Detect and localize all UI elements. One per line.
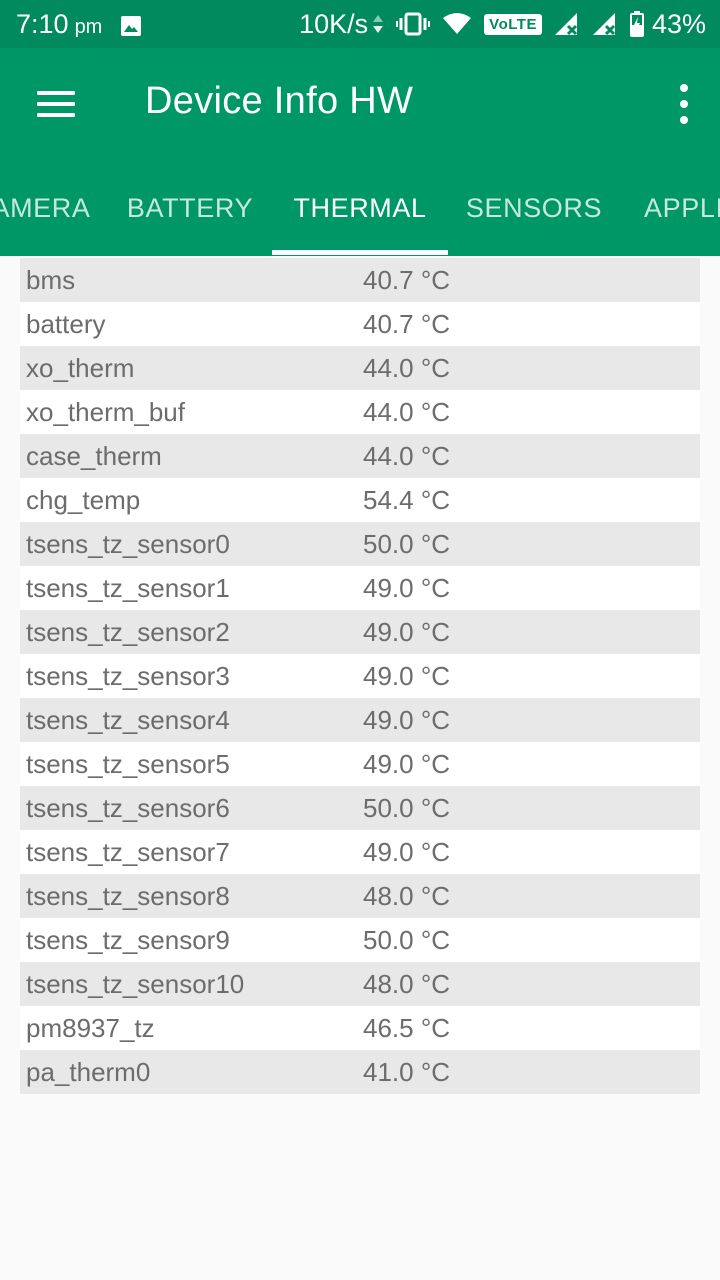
sensor-temperature: 44.0 °C: [363, 352, 451, 383]
signal-icon: [554, 12, 580, 36]
sensor-name: pa_therm0: [26, 1056, 151, 1087]
sensor-name: tsens_tz_sensor8: [26, 880, 230, 911]
status-bar: 7:10 pm 10K/s VoLTE 43%: [0, 0, 720, 48]
sensor-temperature: 50.0 °C: [363, 924, 451, 955]
sensor-temperature: 50.0 °C: [363, 792, 451, 823]
sensor-temperature: 49.0 °C: [363, 704, 451, 735]
sensor-name: tsens_tz_sensor6: [26, 792, 230, 823]
sensor-temperature: 54.4 °C: [363, 484, 451, 515]
sensor-name: xo_therm_buf: [26, 396, 185, 427]
battery-percent: 43%: [651, 8, 706, 39]
sensor-name: tsens_tz_sensor2: [26, 616, 230, 647]
sensor-name: pm8937_tz: [26, 1012, 155, 1043]
sensor-name: tsens_tz_sensor0: [26, 528, 230, 559]
table-row: pm8937_tz 46.5 °C: [20, 1006, 700, 1050]
sensor-temperature: 48.0 °C: [363, 968, 451, 999]
tab-sensors[interactable]: SENSORS: [450, 160, 618, 256]
sensor-name: tsens_tz_sensor9: [26, 924, 230, 955]
table-row: chg_temp 54.4 °C: [20, 478, 700, 522]
table-row: tsens_tz_sensor10 48.0 °C: [20, 962, 700, 1006]
network-speed: 10K/s: [299, 8, 369, 39]
tab-bar: AMERA BATTERY THERMAL SENSORS APPLI: [0, 160, 720, 256]
sensor-temperature: 40.7 °C: [363, 308, 451, 339]
tab-battery[interactable]: BATTERY: [112, 160, 268, 256]
sensor-name: bms: [26, 264, 76, 295]
sensor-name: tsens_tz_sensor7: [26, 836, 230, 867]
sensor-name: tsens_tz_sensor3: [26, 660, 230, 691]
table-row: tsens_tz_sensor3 49.0 °C: [20, 654, 700, 698]
table-row: tsens_tz_sensor2 49.0 °C: [20, 610, 700, 654]
table-row: xo_therm 44.0 °C: [20, 346, 700, 390]
sensor-temperature: 50.0 °C: [363, 528, 451, 559]
sensor-temperature: 41.0 °C: [363, 1056, 451, 1087]
sensor-name: xo_therm: [26, 352, 135, 383]
table-row: xo_therm_buf 44.0 °C: [20, 390, 700, 434]
app-bar: Device Info HW AMERA BATTERY THERMAL SEN…: [0, 48, 720, 256]
table-row: tsens_tz_sensor9 50.0 °C: [20, 918, 700, 962]
sensor-temperature: 49.0 °C: [363, 748, 451, 779]
tab-indicator: [272, 250, 448, 255]
sensor-name: battery: [26, 308, 106, 339]
tab-thermal[interactable]: THERMAL: [272, 160, 448, 256]
table-row: pa_therm0 41.0 °C: [20, 1050, 700, 1094]
table-row: battery 40.7 °C: [20, 302, 700, 346]
battery-charging-icon: [629, 11, 644, 37]
table-row: tsens_tz_sensor4 49.0 °C: [20, 698, 700, 742]
status-time: 7:10: [16, 8, 69, 39]
status-ampm: pm: [74, 15, 103, 38]
table-row: tsens_tz_sensor8 48.0 °C: [20, 874, 700, 918]
sensor-name: tsens_tz_sensor5: [26, 748, 230, 779]
signal-icon: [592, 12, 618, 36]
sensor-name: chg_temp: [26, 484, 141, 515]
sensor-name: tsens_tz_sensor4: [26, 704, 230, 735]
wifi-icon: [442, 13, 472, 35]
table-row: case_therm 44.0 °C: [20, 434, 700, 478]
hamburger-menu-icon[interactable]: [28, 76, 84, 132]
sensor-temperature: 49.0 °C: [363, 572, 451, 603]
sensor-temperature: 49.0 °C: [363, 616, 451, 647]
sensor-temperature: 46.5 °C: [363, 1012, 451, 1043]
gallery-icon: [120, 13, 142, 36]
vibrate-icon: [396, 12, 431, 36]
sensor-name: tsens_tz_sensor1: [26, 572, 230, 603]
table-row: tsens_tz_sensor5 49.0 °C: [20, 742, 700, 786]
tab-camera[interactable]: AMERA: [0, 160, 96, 256]
table-row: tsens_tz_sensor1 49.0 °C: [20, 566, 700, 610]
thermal-table: bms 40.7 °C battery 40.7 °C xo_therm 44.0 °C x…: [20, 258, 700, 1094]
tab-applications[interactable]: APPLI: [630, 160, 720, 256]
sensor-temperature: 40.7 °C: [363, 264, 451, 295]
app-title: Device Info HW: [145, 80, 414, 122]
volte-label: VoLTE: [484, 13, 542, 35]
table-row: tsens_tz_sensor0 50.0 °C: [20, 522, 700, 566]
sensor-temperature: 48.0 °C: [363, 880, 451, 911]
sensor-name: tsens_tz_sensor10: [26, 968, 245, 999]
table-row: bms 40.7 °C: [20, 258, 700, 302]
volte-icon: VoLTE: [484, 13, 542, 35]
table-row: tsens_tz_sensor6 50.0 °C: [20, 786, 700, 830]
sensor-temperature: 44.0 °C: [363, 396, 451, 427]
more-vert-icon[interactable]: [672, 84, 696, 124]
sensor-temperature: 49.0 °C: [363, 836, 451, 867]
sensor-temperature: 44.0 °C: [363, 440, 451, 471]
table-row: tsens_tz_sensor7 49.0 °C: [20, 830, 700, 874]
data-arrows-icon: [372, 13, 384, 35]
sensor-name: case_therm: [26, 440, 162, 471]
sensor-temperature: 49.0 °C: [363, 660, 451, 691]
